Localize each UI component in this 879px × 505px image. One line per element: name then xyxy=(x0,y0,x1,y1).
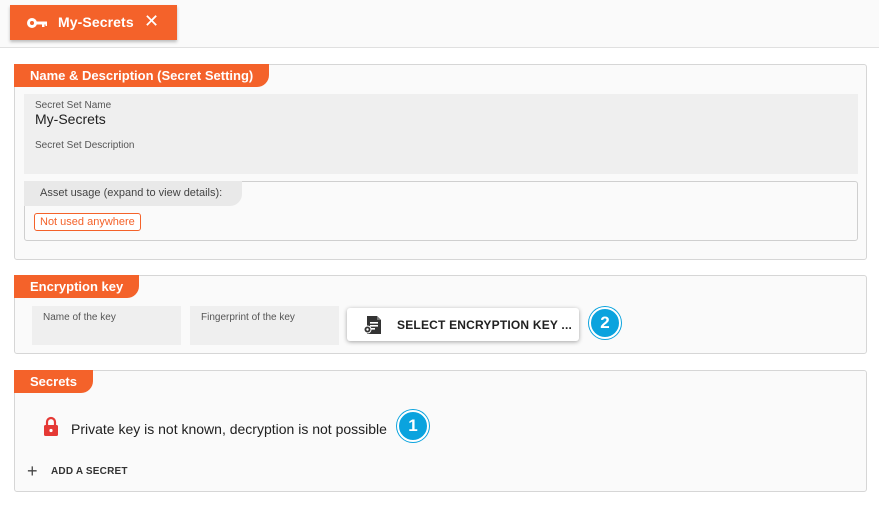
key-name-label: Name of the key xyxy=(43,312,116,323)
add-secret-button[interactable]: + ADD A SECRET xyxy=(27,461,128,481)
tab-title: My-Secrets xyxy=(58,14,134,30)
callout-badge-2: 2 xyxy=(589,307,621,339)
tab-my-secrets[interactable]: My-Secrets ✕ xyxy=(10,5,177,40)
close-icon[interactable]: ✕ xyxy=(144,12,159,30)
key-fingerprint-label: Fingerprint of the key xyxy=(201,312,295,323)
secrets-section: Secrets Private key is not known, decryp… xyxy=(14,370,867,492)
select-encryption-key-button[interactable]: SELECT ENCRYPTION KEY ... xyxy=(347,308,579,341)
section-title-secrets: Secrets xyxy=(14,370,93,393)
name-description-section: Name & Description (Secret Setting) Secr… xyxy=(14,64,867,260)
plus-icon: + xyxy=(27,461,38,481)
callout-badge-1: 1 xyxy=(397,410,429,442)
secret-set-name-value: My-Secrets xyxy=(35,111,106,127)
top-tab-bar: My-Secrets ✕ xyxy=(0,0,879,48)
section-title-encryption-key: Encryption key xyxy=(14,275,140,298)
select-encryption-key-label: SELECT ENCRYPTION KEY ... xyxy=(397,318,573,332)
secret-set-description-label: Secret Set Description xyxy=(35,140,135,151)
asset-usage-header[interactable]: Asset usage (expand to view details): xyxy=(24,181,242,206)
lock-icon xyxy=(43,416,59,442)
asset-usage-badge: Not used anywhere xyxy=(34,213,141,231)
encryption-key-section: Encryption key Name of the key Fingerpri… xyxy=(14,275,867,354)
secret-set-name-label: Secret Set Name xyxy=(35,100,112,111)
secret-set-name-field[interactable]: Secret Set Name My-Secrets xyxy=(24,94,858,134)
key-icon xyxy=(26,16,48,34)
key-name-field[interactable]: Name of the key xyxy=(32,306,181,345)
decryption-warning-text: Private key is not known, decryption is … xyxy=(71,421,387,437)
add-secret-label: ADD A SECRET xyxy=(51,465,128,477)
asset-usage-panel[interactable]: Asset usage (expand to view details): No… xyxy=(24,181,858,241)
key-document-icon xyxy=(363,315,385,340)
key-fingerprint-field[interactable]: Fingerprint of the key xyxy=(190,306,339,345)
section-title-name-description: Name & Description (Secret Setting) xyxy=(14,64,270,87)
secret-set-description-field[interactable]: Secret Set Description xyxy=(24,134,858,174)
